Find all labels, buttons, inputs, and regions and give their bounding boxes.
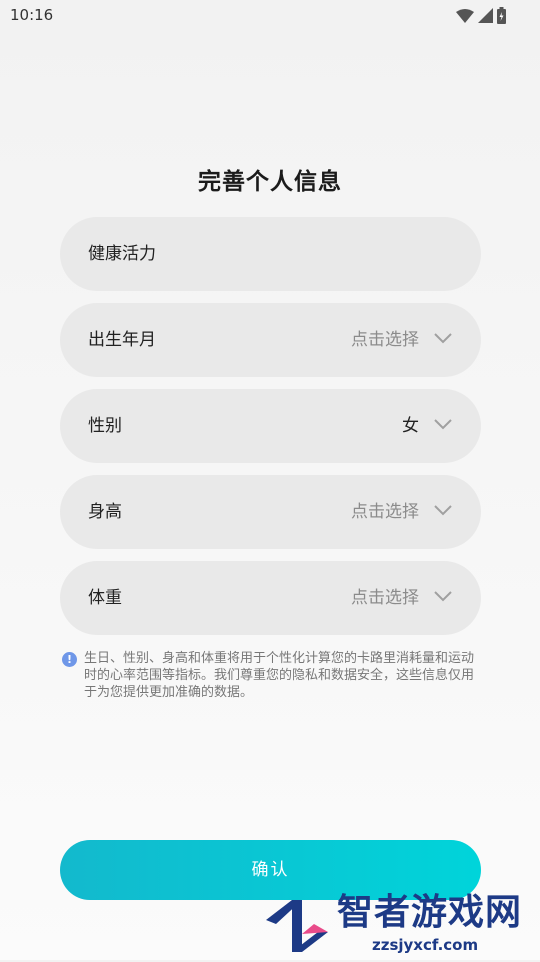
privacy-notice: ! 生日、性别、身高和体重将用于个性化计算您的卡路里消耗量和运动时的心率范围等指…: [62, 650, 482, 701]
form-row-gender[interactable]: 性别 女: [60, 389, 481, 463]
status-time: 10:16: [10, 6, 54, 24]
row-label: 体重: [88, 588, 122, 608]
notice-text: 生日、性别、身高和体重将用于个性化计算您的卡路里消耗量和运动时的心率范围等指标。…: [84, 651, 475, 700]
row-value: 点击选择: [351, 330, 419, 350]
watermark-title: 智者游戏网: [337, 892, 523, 933]
battery-icon: [497, 7, 506, 24]
status-icons: [456, 7, 506, 24]
row-value: 女: [402, 416, 419, 436]
signal-icon: [478, 8, 493, 23]
info-icon: !: [62, 652, 77, 667]
row-label: 健康活力: [88, 244, 156, 264]
form-row-health[interactable]: 健康活力: [60, 217, 481, 291]
chevron-down-icon: [433, 589, 453, 603]
form-row-birthdate[interactable]: 出生年月 点击选择: [60, 303, 481, 377]
watermark-logo-icon: [262, 894, 332, 962]
chevron-down-icon: [433, 331, 453, 345]
watermark: 智者游戏网 zzsjyxcf.com: [262, 892, 540, 960]
row-value: 点击选择: [351, 502, 419, 522]
page-title: 完善个人信息: [198, 169, 342, 195]
row-value: 点击选择: [351, 588, 419, 608]
form-row-weight[interactable]: 体重 点击选择: [60, 561, 481, 635]
chevron-down-icon: [433, 417, 453, 431]
wifi-icon: [456, 8, 474, 23]
status-bar: 10:16: [0, 0, 540, 32]
row-label: 性别: [88, 416, 122, 436]
row-label: 身高: [88, 502, 122, 522]
form-row-height[interactable]: 身高 点击选择: [60, 475, 481, 549]
row-label: 出生年月: [88, 330, 156, 350]
confirm-button[interactable]: 确认: [60, 840, 481, 900]
watermark-url: zzsjyxcf.com: [372, 936, 479, 954]
chevron-down-icon: [433, 503, 453, 517]
